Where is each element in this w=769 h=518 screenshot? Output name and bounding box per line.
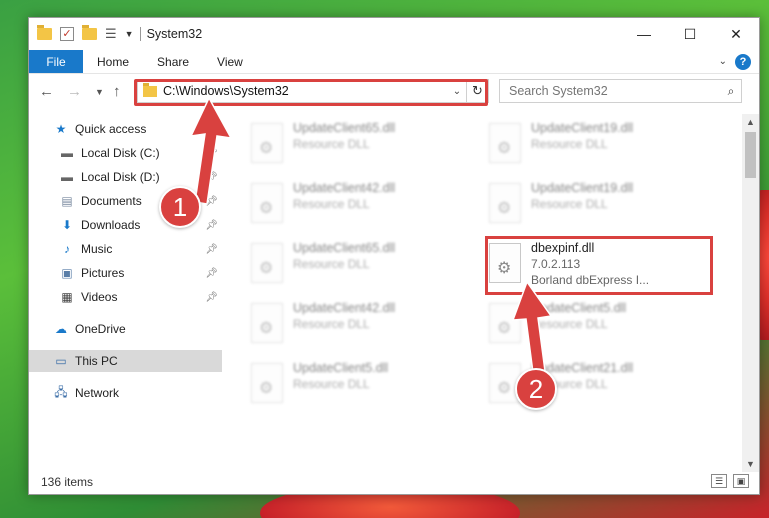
close-button[interactable]: ✕ [713,18,759,50]
sidebar-item-label: Pictures [81,266,125,280]
search-icon[interactable]: ⌕ [721,84,741,99]
sidebar-item-label: Videos [81,290,118,304]
file-type: Resource DLL [293,377,370,391]
dll-file-icon [489,183,521,223]
sidebar-item-label: Local Disk (D:) [81,170,160,184]
search-box[interactable]: ⌕ [499,79,742,103]
new-folder-icon[interactable] [82,25,97,40]
sidebar-item-pictures[interactable]: ▣ Pictures 📌︎ [29,262,222,284]
dll-file-icon [251,303,283,343]
sidebar-item-videos[interactable]: ▦ Videos 📌︎ [29,286,222,308]
window-title: System32 [146,27,203,41]
folder-icon[interactable] [37,25,52,40]
drive-icon: ▬ [61,170,73,184]
sidebar-item-this-pc[interactable]: ▭ This PC [29,350,222,372]
file-type: Resource DLL [293,257,370,271]
dll-file-icon [251,183,283,223]
help-icon[interactable]: ? [735,53,751,70]
sidebar-item-label: Downloads [81,218,141,232]
item-count: 136 items [41,475,94,489]
forward-arrow-icon[interactable]: → [67,83,82,100]
file-name: UpdateClient42.dll [293,181,396,195]
dll-file-icon [251,243,283,283]
sidebar-item-onedrive[interactable]: ☁ OneDrive [29,318,222,340]
documents-icon: ▤ [61,194,73,208]
pin-icon[interactable]: 📌︎ [205,244,218,255]
file-item[interactable]: UpdateClient65.dll Resource DLL [251,240,481,292]
quick-access-toolbar: ✓ ☰ ▼ [37,25,134,42]
details-view-icon[interactable]: ☰ [711,474,727,488]
tab-file[interactable]: File [29,50,83,73]
file-type: Resource DLL [531,137,608,151]
dll-file-icon [489,123,521,163]
sidebar-item-label: OneDrive [75,322,126,336]
sidebar-item-network[interactable]: 🖧︎ Network [29,382,222,404]
sidebar-item-label: Local Disk (C:) [81,146,160,160]
pictures-icon: ▣ [61,266,73,280]
file-name: UpdateClient65.dll [293,241,396,255]
pin-icon[interactable]: 📌︎ [205,220,218,231]
file-name: UpdateClient65.dll [293,121,396,135]
file-item[interactable]: UpdateClient42.dll Resource DLL [251,300,481,352]
file-name: UpdateClient19.dll [531,121,634,135]
title-bar: ✓ ☰ ▼ System32 — ☐ ✕ [29,18,759,50]
file-item[interactable]: UpdateClient42.dll Resource DLL [251,180,481,232]
dll-file-icon [251,363,283,403]
tab-view[interactable]: View [203,50,257,73]
up-arrow-icon[interactable]: ↑ [113,83,121,100]
divider [139,27,141,41]
step-badge-1: 1 [159,186,201,228]
explorer-window: ✓ ☰ ▼ System32 — ☐ ✕ File Home Share Vie… [28,17,760,495]
scroll-thumb[interactable] [745,132,756,178]
file-name: UpdateClient42.dll [293,301,396,315]
file-type: Resource DLL [531,197,608,211]
file-type: Resource DLL [293,197,370,211]
pin-icon[interactable]: 📌︎ [205,268,218,279]
dll-file-icon [251,123,283,163]
search-input[interactable] [509,84,721,98]
cloud-icon: ☁ [55,322,67,336]
file-type: Resource DLL [293,317,370,331]
sidebar-item-label: Music [81,242,113,256]
download-icon: ⬇ [61,218,73,232]
scroll-up-icon[interactable]: ▲ [742,114,759,130]
drive-icon: ▬ [61,146,73,160]
file-item[interactable]: UpdateClient19.dll Resource DLL [489,180,719,232]
file-item[interactable]: UpdateClient19.dll Resource DLL [489,120,719,172]
sidebar-item-music[interactable]: ♪ Music 📌︎ [29,238,222,260]
back-arrow-icon[interactable]: ← [39,83,54,100]
status-bar: 136 items ☰ ▣ [29,470,759,494]
chevron-down-icon[interactable]: ▼ [125,29,134,39]
file-name: UpdateClient5.dll [293,361,389,375]
sidebar-item-label: Documents [81,194,142,208]
sidebar-item-label: Quick access [75,122,147,136]
file-item[interactable]: UpdateClient65.dll Resource DLL [251,120,481,172]
pin-icon[interactable]: 📌︎ [205,292,218,303]
recent-locations-icon[interactable]: ▼ [95,87,104,97]
maximize-button[interactable]: ☐ [667,18,713,50]
sidebar-item-label: Network [75,386,120,400]
large-icons-view-icon[interactable]: ▣ [733,474,749,488]
minimize-button[interactable]: — [621,18,667,50]
tab-share[interactable]: Share [143,50,203,73]
videos-icon: ▦ [61,290,73,304]
expand-ribbon-icon[interactable]: ⌄ [719,56,727,67]
star-icon: ★ [55,122,67,136]
tab-home[interactable]: Home [83,50,143,73]
file-type: Resource DLL [293,137,370,151]
network-icon: 🖧︎ [54,384,68,399]
window-controls: — ☐ ✕ [621,18,759,50]
file-item[interactable]: UpdateClient5.dll Resource DLL [251,360,481,412]
properties-icon[interactable]: ✓ [60,27,74,41]
music-icon: ♪ [64,242,70,256]
computer-icon: ▭ [55,354,67,368]
ribbon-tabs: File Home Share View ⌄ ? [29,50,759,74]
customize-icon[interactable]: ☰ [105,26,117,42]
sidebar-item-label: This PC [75,354,118,368]
step-badge-2: 2 [515,368,557,410]
file-name: UpdateClient19.dll [531,181,634,195]
vertical-scrollbar[interactable]: ▲ ▼ [742,114,759,472]
